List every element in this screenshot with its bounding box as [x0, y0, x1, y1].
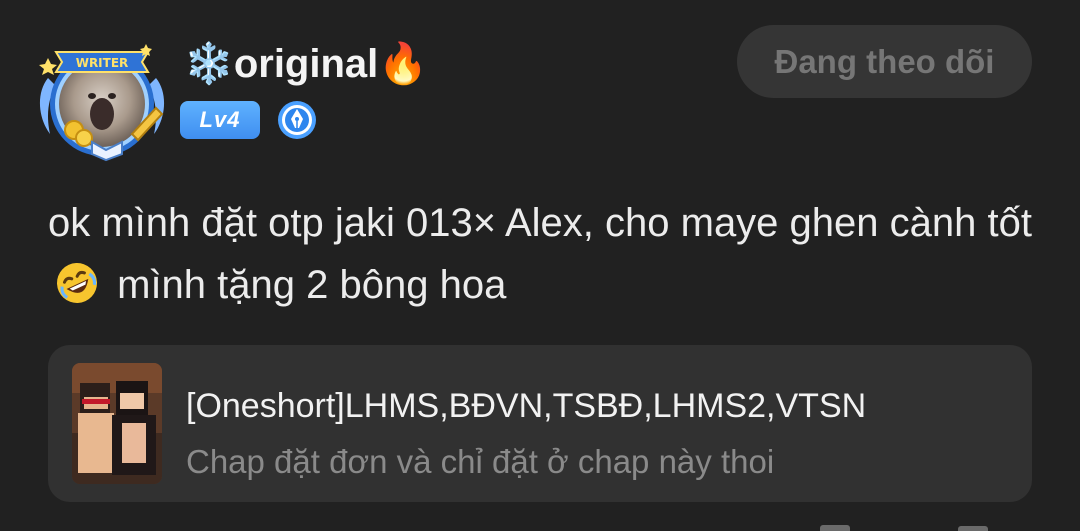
- partial-icon-left: [820, 525, 850, 531]
- writer-pen-badge-icon: [278, 101, 316, 139]
- following-button[interactable]: Đang theo dõi: [737, 25, 1032, 98]
- snowflake-icon: ❄️: [184, 42, 234, 86]
- story-subtitle: Chap đặt đơn và chỉ đặt ở chap này thoi: [186, 443, 775, 480]
- comment-post: WRITER ❄️original🔥 Lv4 Đang theo dõi ok …: [0, 0, 1080, 531]
- story-cover-thumbnail: [72, 363, 162, 484]
- avatar-writer-frame-icon: WRITER: [39, 44, 165, 162]
- avatar-banner-text: WRITER: [76, 56, 129, 70]
- level-badge: Lv4: [180, 101, 260, 139]
- comment-text: ok mình đặt otp jaki 013× Alex, cho maye…: [48, 192, 1038, 316]
- comment-text-part1: ok mình đặt otp jaki 013× Alex, cho maye…: [48, 201, 1032, 245]
- user-badges: Lv4: [180, 99, 317, 141]
- username-text: original: [233, 42, 379, 86]
- story-title: [Oneshort]LHMS,BĐVN,TSBĐ,LHMS2,VTSN: [186, 387, 867, 425]
- comment-text-part2: mình tặng 2 bông hoa: [117, 263, 507, 307]
- linked-story-card[interactable]: [Oneshort]LHMS,BĐVN,TSBĐ,LHMS2,VTSN Chap…: [48, 345, 1032, 502]
- rolling-laughing-emoji-icon: [57, 263, 97, 303]
- fire-icon: 🔥: [378, 42, 429, 86]
- story-cover-image-icon: [72, 363, 162, 484]
- partial-icon-right: [958, 526, 988, 531]
- user-avatar[interactable]: WRITER: [36, 38, 168, 162]
- username[interactable]: ❄️original🔥: [184, 40, 428, 88]
